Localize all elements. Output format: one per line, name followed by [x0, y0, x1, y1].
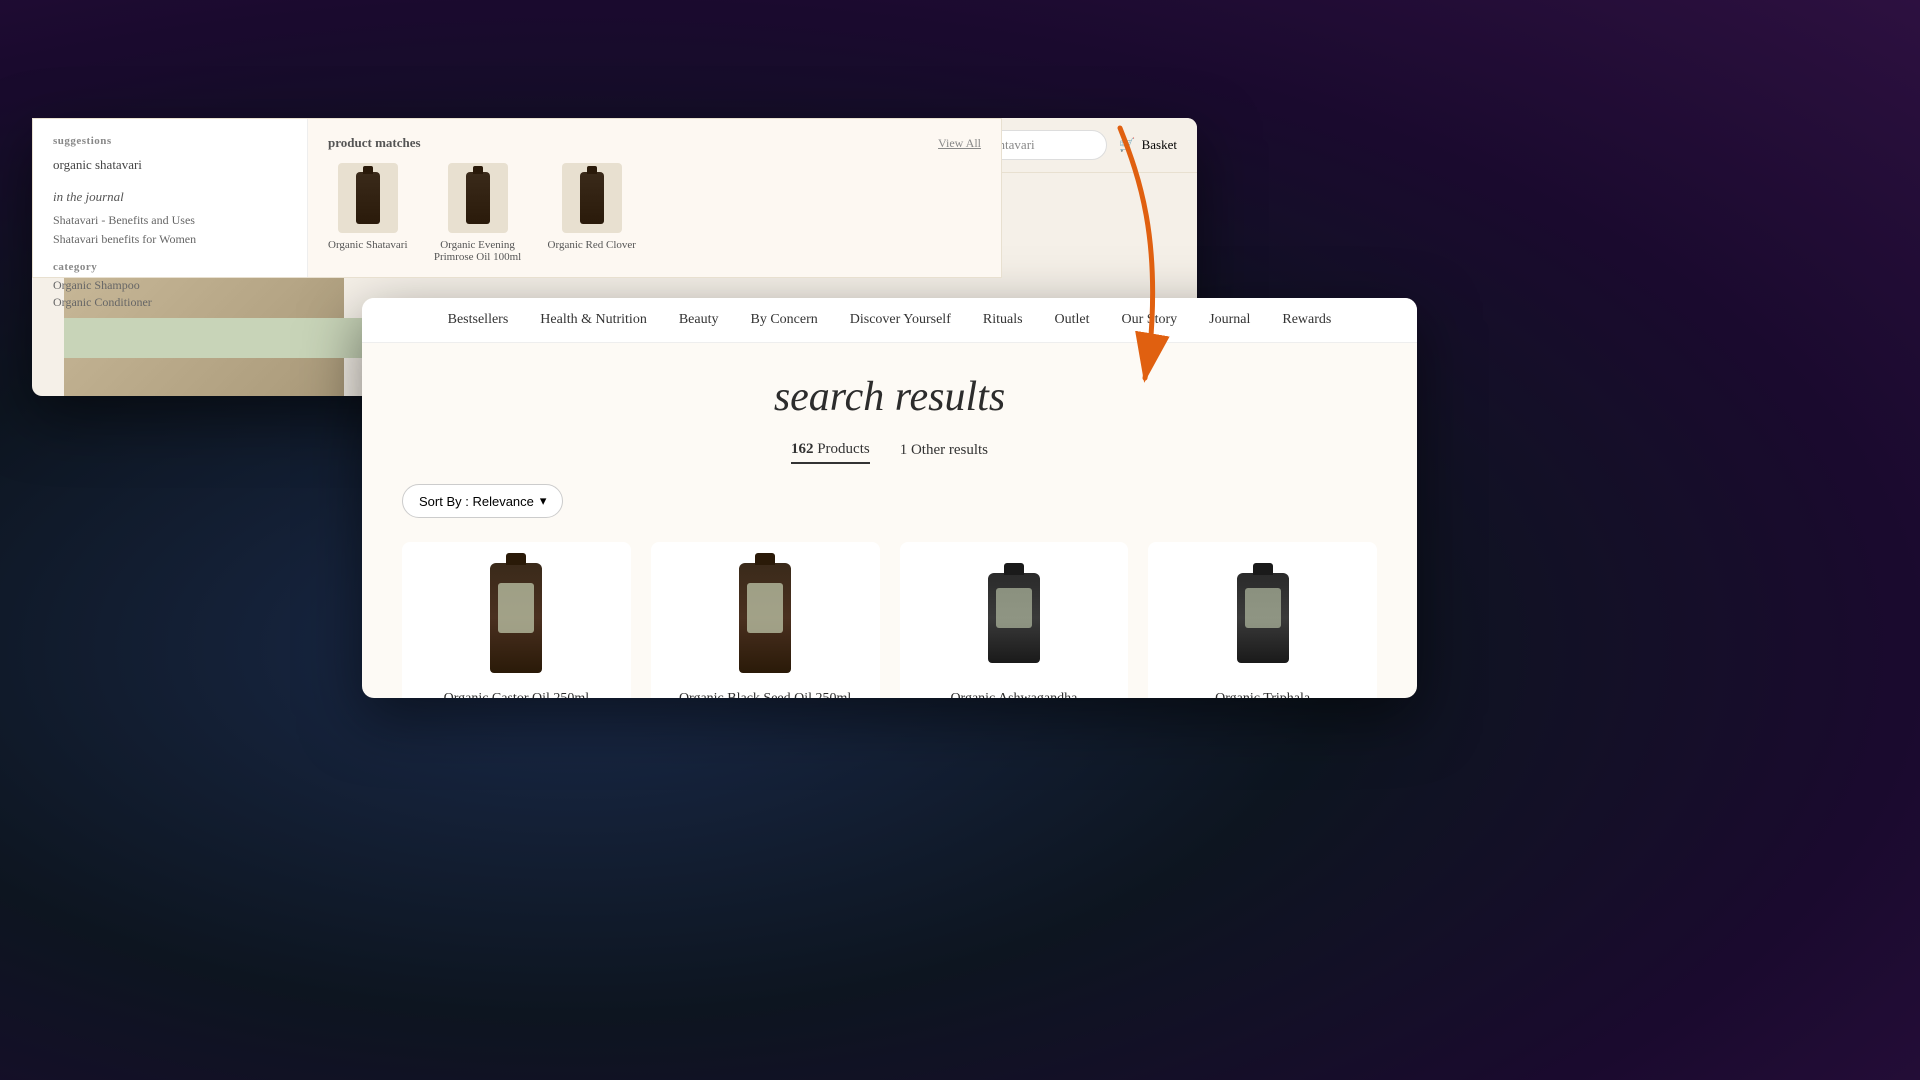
product-card-1[interactable]: Organic Castor Oil 250ml £ 9.95 ★ ★ ★ ★ … [402, 542, 631, 698]
nav-health-nutrition[interactable]: Health & Nutrition [540, 312, 647, 328]
suggestions-title: suggestions [53, 135, 287, 147]
page-title: search results [402, 373, 1377, 421]
products-label: Products [817, 441, 870, 457]
product-match-name-1: Organic Shatavari [328, 239, 408, 251]
product-match-name-2: Organic Evening Primrose Oil 100ml [428, 239, 528, 263]
product-card-2[interactable]: Organic Black Seed Oil 250ml £ 24.00 ★ ★… [651, 542, 880, 698]
product-name-2: Organic Black Seed Oil 250ml [679, 690, 851, 698]
nav-our-story[interactable]: Our Story [1122, 312, 1178, 328]
product-match-img-3 [562, 163, 622, 233]
sort-bar: Sort By : Relevance ▾ [402, 484, 1377, 518]
product-match-2[interactable]: Organic Evening Primrose Oil 100ml [428, 163, 528, 263]
category-link-1[interactable]: Organic Shampoo [53, 277, 287, 294]
basket-button[interactable]: 🛒 Basket [1119, 137, 1177, 153]
view-all-link[interactable]: View All [938, 136, 981, 151]
nav-rewards[interactable]: Rewards [1282, 312, 1331, 328]
journal-link-2[interactable]: Shatavari benefits for Women [53, 230, 287, 249]
dropdown-left-panel: suggestions organic shatavari in the jou… [33, 119, 308, 277]
suggestion-item[interactable]: organic shatavari [53, 155, 287, 175]
product-name-4: Organic Triphala [1215, 690, 1310, 698]
dropdown-right-panel: product matches View All Organic Shatava… [308, 119, 1001, 277]
sort-button[interactable]: Sort By : Relevance ▾ [402, 484, 563, 518]
basket-icon: 🛒 [1119, 137, 1135, 153]
chevron-down-icon: ▾ [540, 493, 547, 509]
products-grid: Organic Castor Oil 250ml £ 9.95 ★ ★ ★ ★ … [402, 542, 1377, 698]
nav-discover-yourself[interactable]: Discover Yourself [850, 312, 951, 328]
product-match-1[interactable]: Organic Shatavari [328, 163, 408, 263]
nav-journal[interactable]: Journal [1209, 312, 1250, 328]
category-link-2[interactable]: Organic Conditioner [53, 294, 287, 311]
product-card-3[interactable]: Organic Ashwagandha £ 14.00 ★ ★ ★ ★ ★ (2… [900, 542, 1129, 698]
tab-products[interactable]: 162 Products [791, 441, 870, 464]
journal-link-1[interactable]: Shatavari - Benefits and Uses [53, 211, 287, 230]
other-count: 1 [900, 442, 908, 458]
tab-other-results[interactable]: 1 Other results [900, 442, 988, 463]
nav-by-concern[interactable]: By Concern [750, 312, 817, 328]
nav-outlet[interactable]: Outlet [1055, 312, 1090, 328]
nav-beauty[interactable]: Beauty [679, 312, 719, 328]
journal-section-title: in the journal [53, 189, 287, 205]
product-match-img-1 [338, 163, 398, 233]
product-image-1 [466, 558, 566, 678]
products-count: 162 [791, 441, 814, 457]
product-match-name-3: Organic Red Clover [548, 239, 636, 251]
main-window: Bestsellers Health & Nutrition Beauty By… [362, 298, 1417, 698]
nav-rituals[interactable]: Rituals [983, 312, 1023, 328]
results-tabs: 162 Products 1 Other results [402, 441, 1377, 464]
product-image-4 [1213, 558, 1313, 678]
nav-bestsellers[interactable]: Bestsellers [448, 312, 509, 328]
main-nav: Bestsellers Health & Nutrition Beauty By… [362, 298, 1417, 343]
product-image-3 [964, 558, 1064, 678]
product-match-3[interactable]: Organic Red Clover [548, 163, 636, 263]
product-match-img-2 [448, 163, 508, 233]
other-label: Other results [911, 442, 988, 458]
search-results-content: search results 162 Products 1 Other resu… [362, 343, 1417, 698]
product-name-1: Organic Castor Oil 250ml [444, 690, 590, 698]
product-matches-header: product matches View All [328, 135, 981, 151]
category-section-title: category [53, 261, 287, 273]
search-dropdown: suggestions organic shatavari in the jou… [32, 118, 1002, 278]
product-matches-grid: Organic Shatavari Organic Evening Primro… [328, 163, 981, 263]
product-name-3: Organic Ashwagandha [950, 690, 1077, 698]
product-card-4[interactable]: Organic Triphala £ 15.00 ★ ★ ★ ★ ★ (115) [1148, 542, 1377, 698]
product-matches-title: product matches [328, 135, 421, 151]
product-image-2 [715, 558, 815, 678]
